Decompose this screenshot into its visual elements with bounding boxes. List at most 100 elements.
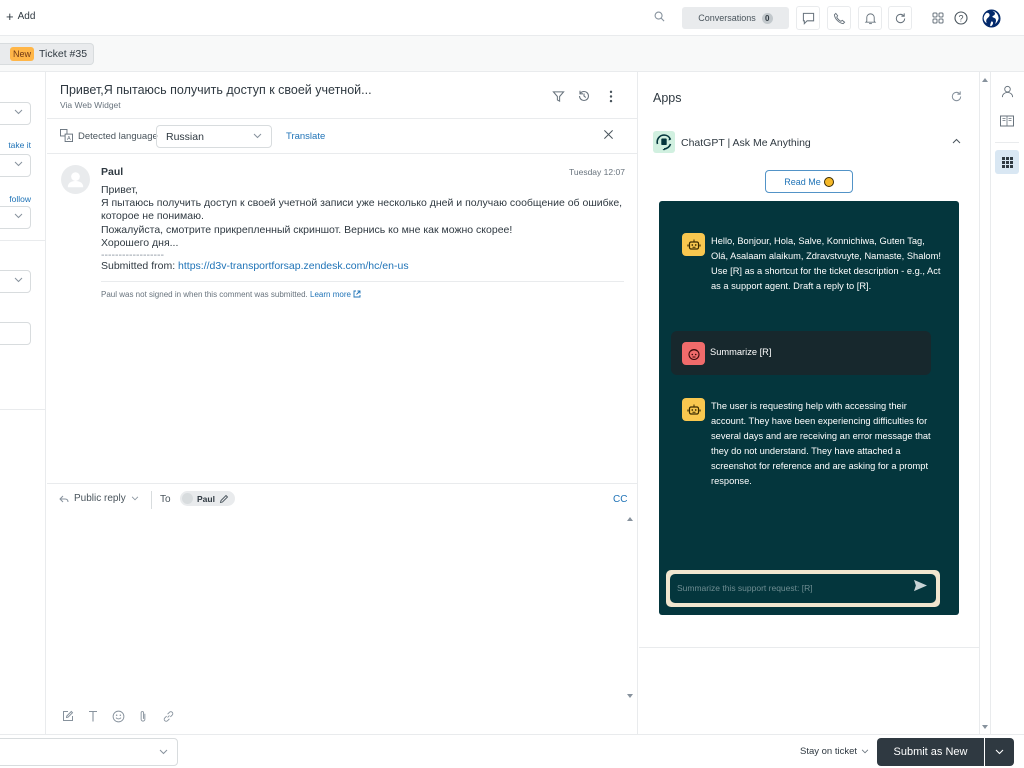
ticket-tab[interactable]: New Ticket #35 bbox=[0, 43, 94, 65]
more-options-icon[interactable] bbox=[603, 88, 619, 104]
apps-title: Apps bbox=[653, 91, 682, 105]
submitted-from-line: Submitted from: https://d3v-transportfor… bbox=[101, 260, 631, 273]
help-icon[interactable]: ? bbox=[952, 9, 970, 27]
conversation-header: Привет,Я пытаюсь получить доступ к своей… bbox=[47, 72, 638, 119]
property-select-3[interactable] bbox=[0, 206, 31, 229]
text-format-icon[interactable] bbox=[86, 709, 100, 723]
translate-icon: A bbox=[60, 129, 73, 142]
submit-button[interactable]: Submit as New bbox=[877, 738, 984, 766]
chat-input-frame bbox=[666, 570, 940, 607]
chat-prompt-input[interactable] bbox=[677, 579, 907, 597]
property-select-4[interactable] bbox=[0, 270, 31, 293]
conversations-button[interactable]: Conversations 0 bbox=[682, 7, 789, 29]
send-icon[interactable] bbox=[913, 579, 928, 592]
compose-icon[interactable] bbox=[61, 709, 75, 723]
reply-type-dropdown[interactable]: Public reply bbox=[59, 493, 139, 504]
globe-icon[interactable] bbox=[981, 8, 1001, 28]
reply-composer[interactable]: Public reply To Paul CC bbox=[47, 483, 638, 734]
take-it-link[interactable]: take it bbox=[8, 140, 31, 150]
submitted-from-label: Submitted from: bbox=[101, 260, 176, 273]
footer-bar: Stay on ticket Submit as New bbox=[0, 734, 1024, 768]
external-link-icon bbox=[353, 290, 361, 298]
cc-button[interactable]: CC bbox=[613, 494, 627, 505]
chevron-down-icon bbox=[253, 133, 262, 139]
message-timestamp: Tuesday 12:07 bbox=[569, 167, 625, 177]
context-rail bbox=[990, 72, 1024, 734]
learn-more-link[interactable]: Learn more bbox=[310, 290, 361, 299]
recipient-chip[interactable]: Paul bbox=[180, 491, 235, 506]
message-body: Привет, Я пытаюсь получить доступ к свое… bbox=[101, 184, 631, 273]
chevron-down-icon bbox=[159, 749, 168, 755]
apps-grid-icon[interactable] bbox=[929, 9, 947, 27]
knowledge-button[interactable] bbox=[995, 109, 1019, 133]
customer-context-button[interactable] bbox=[995, 79, 1019, 103]
detected-language-label: Detected language bbox=[78, 131, 158, 142]
message-note: Paul was not signed in when this comment… bbox=[101, 290, 361, 299]
property-select-2[interactable] bbox=[0, 154, 31, 177]
scroll-down-arrow[interactable] bbox=[627, 694, 633, 698]
refresh-icon[interactable] bbox=[950, 90, 963, 103]
emoji-icon[interactable] bbox=[111, 709, 125, 723]
status-badge: New bbox=[10, 47, 35, 61]
chevron-up-icon[interactable] bbox=[952, 138, 961, 144]
stay-on-ticket-dropdown[interactable]: Stay on ticket bbox=[800, 746, 869, 757]
attachment-icon[interactable] bbox=[136, 709, 150, 723]
apps-panel: Apps ChatGPT | Ask Me Anything Read Me H… bbox=[639, 72, 988, 734]
robot-icon bbox=[682, 398, 705, 421]
add-button[interactable]: + Add bbox=[6, 10, 35, 23]
scroll-down-arrow[interactable] bbox=[982, 725, 988, 729]
property-input[interactable] bbox=[0, 322, 31, 345]
message-line: ------------------ bbox=[101, 249, 164, 262]
divider bbox=[0, 409, 45, 410]
chat-input-box bbox=[670, 574, 936, 603]
scroll-up-arrow[interactable] bbox=[982, 78, 988, 82]
apply-macro-select[interactable] bbox=[0, 738, 178, 766]
chat-button[interactable] bbox=[796, 6, 820, 30]
bot-message-text: Hello, Bonjour, Hola, Salve, Konnichiwa,… bbox=[711, 236, 941, 291]
not-signed-in-note: Paul was not signed in when this comment… bbox=[101, 290, 308, 299]
history-icon[interactable] bbox=[576, 88, 592, 104]
link-icon[interactable] bbox=[161, 709, 175, 723]
ticket-tab-strip: New Ticket #35 bbox=[0, 36, 1024, 72]
refresh-icon bbox=[894, 12, 907, 25]
pencil-icon[interactable] bbox=[219, 494, 229, 504]
search-icon[interactable] bbox=[654, 11, 665, 22]
apps-button[interactable] bbox=[995, 150, 1019, 174]
user-face-icon bbox=[682, 342, 705, 365]
message-author: Paul bbox=[101, 166, 124, 178]
ticket-subject: Привет,Я пытаюсь получить доступ к своей… bbox=[60, 83, 372, 97]
read-me-button[interactable]: Read Me bbox=[765, 170, 853, 193]
bell-icon bbox=[864, 12, 877, 25]
divider bbox=[151, 491, 152, 509]
chevron-down-icon bbox=[14, 277, 23, 283]
submitted-from-link[interactable]: https://d3v-transportforsap.zendesk.com/… bbox=[178, 260, 409, 272]
ticket-channel: Via Web Widget bbox=[60, 100, 121, 110]
scroll-up-arrow[interactable] bbox=[627, 517, 633, 521]
to-label: To bbox=[160, 494, 171, 505]
phone-icon bbox=[833, 12, 846, 25]
chatgpt-chat-window: Hello, Bonjour, Hola, Salve, Konnichiwa,… bbox=[659, 201, 959, 615]
chevron-down-icon bbox=[861, 749, 869, 754]
avatar bbox=[61, 165, 90, 194]
stay-on-ticket-label: Stay on ticket bbox=[800, 746, 858, 757]
close-icon[interactable] bbox=[603, 129, 614, 140]
filter-icon[interactable] bbox=[550, 88, 566, 104]
refresh-button[interactable] bbox=[888, 6, 912, 30]
user-icon bbox=[1001, 85, 1014, 98]
app-name: ChatGPT | Ask Me Anything bbox=[681, 137, 811, 149]
language-select[interactable]: Russian bbox=[156, 125, 272, 148]
divider bbox=[0, 240, 45, 241]
phone-button[interactable] bbox=[827, 6, 851, 30]
svg-text:A: A bbox=[67, 136, 71, 142]
avatar bbox=[182, 493, 193, 504]
book-icon bbox=[1000, 115, 1014, 127]
translate-button[interactable]: Translate bbox=[286, 131, 325, 142]
chevron-down-icon bbox=[14, 109, 23, 115]
divider bbox=[101, 281, 624, 282]
divider bbox=[639, 647, 980, 648]
notifications-button[interactable] bbox=[858, 6, 882, 30]
follow-link[interactable]: follow bbox=[9, 194, 31, 204]
property-select-1[interactable] bbox=[0, 102, 31, 125]
message-line: Я пытаюсь получить доступ к своей учетно… bbox=[101, 197, 623, 210]
submit-options-button[interactable] bbox=[985, 738, 1014, 766]
